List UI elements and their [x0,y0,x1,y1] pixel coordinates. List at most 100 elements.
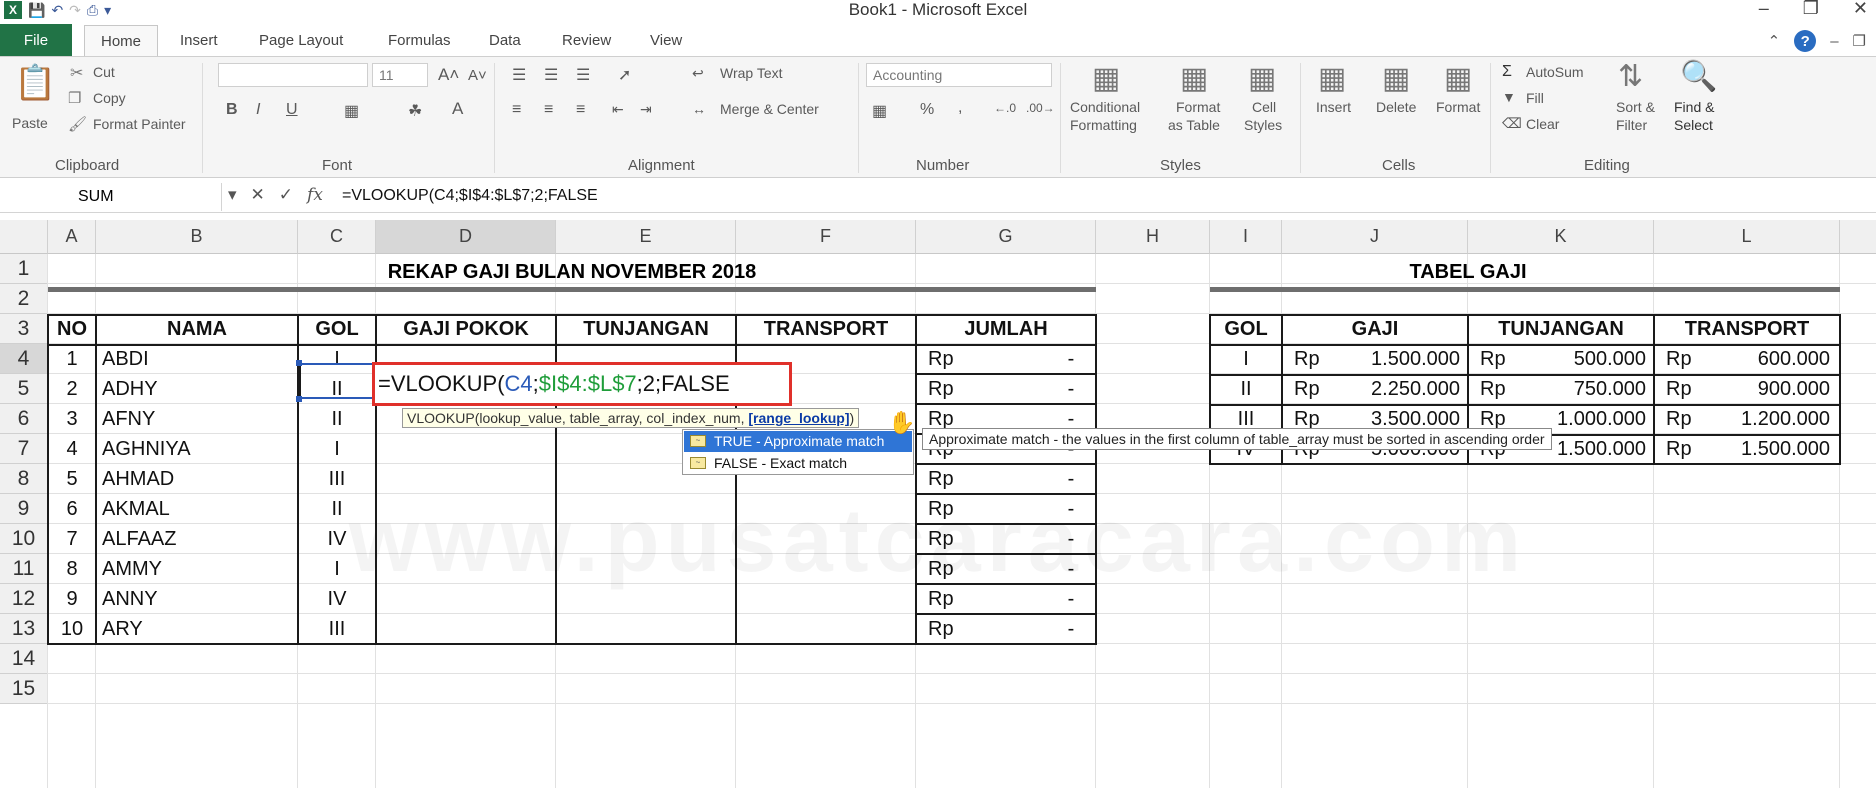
row-header[interactable]: 15 [0,674,48,704]
row-header[interactable]: 4 [0,344,48,374]
fill-button[interactable]: Fill [1526,90,1544,106]
cell-jumlah-value[interactable]: - [1056,614,1086,644]
align-left-icon[interactable]: ≡ [512,101,521,119]
increase-decimal-icon[interactable]: ←.0 [994,101,1016,115]
cell-jumlah-currency[interactable]: Rp [916,554,976,584]
col-header[interactable]: I [1210,220,1282,254]
italic-icon[interactable]: I [256,101,260,119]
cell-nama[interactable]: ARY [96,614,298,644]
align-center-icon[interactable]: ≡ [544,101,553,119]
cell-jumlah-value[interactable]: - [1056,494,1086,524]
sort-filter-line2[interactable]: Filter [1616,117,1647,133]
tab-view[interactable]: View [650,32,682,49]
row-header[interactable]: 3 [0,314,48,344]
lookup-tunjangan-value[interactable]: 750.000 [1518,374,1646,404]
tab-page-layout[interactable]: Page Layout [259,32,343,49]
percent-style-icon[interactable]: % [920,101,934,119]
function-list-icon[interactable]: ▾ [228,185,237,205]
conditional-formatting-line2[interactable]: Formatting [1070,117,1137,133]
lookup-gaji-value[interactable]: 2.250.000 [1332,374,1460,404]
formula-input[interactable]: =VLOOKUP(C4;$I$4:$L$7;2;FALSE [342,187,598,205]
cell-no[interactable]: 4 [48,434,96,464]
lookup-transport-currency[interactable]: Rp [1654,374,1704,404]
cell-nama[interactable]: ABDI [96,344,298,374]
grow-font-icon[interactable]: A˄ [438,65,459,85]
lookup-gol[interactable]: I [1210,344,1282,374]
find-select-line1[interactable]: Find & [1674,99,1714,115]
align-middle-icon[interactable]: ☰ [544,65,558,85]
lookup-gaji-value[interactable]: 1.500.000 [1332,344,1460,374]
cell-jumlah-value[interactable]: - [1056,464,1086,494]
tab-data[interactable]: Data [489,32,521,49]
restore-icon[interactable]: ❐ [1803,0,1819,19]
cell-jumlah-currency[interactable]: Rp [916,374,976,404]
cell-jumlah-currency[interactable]: Rp [916,524,976,554]
cell-nama[interactable]: AFNY [96,404,298,434]
sort-filter-line1[interactable]: Sort & [1616,99,1655,115]
cell-no[interactable]: 7 [48,524,96,554]
current-argument[interactable]: [range_lookup] [748,410,849,426]
lookup-transport-value[interactable]: 1.500.000 [1704,434,1830,464]
col-header[interactable]: D [376,220,556,254]
insert-cells-button[interactable]: Insert [1316,99,1351,115]
lookup-transport-value[interactable]: 1.200.000 [1704,404,1830,434]
insert-function-icon[interactable]: fx [307,185,323,205]
row-header[interactable]: 6 [0,404,48,434]
cell-jumlah-currency[interactable]: Rp [916,584,976,614]
cell-gol[interactable]: II [298,494,376,524]
customize-qat-icon[interactable]: ▾ [104,2,111,19]
cell-jumlah-value[interactable]: - [1056,374,1086,404]
wrap-text-button[interactable]: Wrap Text [720,65,783,81]
increase-indent-icon[interactable]: ⇥ [640,101,652,118]
copy-button[interactable]: Copy [93,90,126,106]
tab-file[interactable]: File [0,24,72,56]
bold-icon[interactable]: B [226,101,238,119]
cell-nama[interactable]: AHMAD [96,464,298,494]
restore-doc-icon[interactable]: ❐ [1853,32,1866,50]
row-header[interactable]: 7 [0,434,48,464]
enter-entry-icon[interactable]: ✓ [279,185,293,205]
cell-no[interactable]: 8 [48,554,96,584]
delete-cells-button[interactable]: Delete [1376,99,1416,115]
col-header[interactable]: L [1654,220,1840,254]
col-header[interactable]: E [556,220,736,254]
cell-no[interactable]: 6 [48,494,96,524]
cell-jumlah-currency[interactable]: Rp [916,344,976,374]
minimize-icon[interactable]: – [1759,0,1769,19]
col-header[interactable]: A [48,220,96,254]
find-select-line2[interactable]: Select [1674,117,1713,133]
format-as-table-line2[interactable]: as Table [1168,117,1220,133]
undo-icon[interactable]: ↶ [51,2,63,19]
collapse-ribbon-icon[interactable]: ⌃ [1768,32,1781,50]
help-icon[interactable]: ? [1794,30,1817,52]
col-header[interactable]: F [736,220,916,254]
paste-icon[interactable]: 📋 [14,63,56,103]
autocomplete-true-option[interactable]: ~ TRUE - Approximate match [684,431,912,452]
autosum-button[interactable]: AutoSum [1526,64,1584,80]
cell-gol[interactable]: I [298,434,376,464]
worksheet-grid[interactable]: A B C D E F G H I J K L 1 2 3 4 5 6 7 8 9 10 11 12 1… [0,220,1876,788]
col-header[interactable]: B [96,220,298,254]
cell-no[interactable]: 9 [48,584,96,614]
redo-icon[interactable]: ↷ [69,2,81,19]
cut-button[interactable]: Cut [93,64,115,80]
print-preview-icon[interactable]: ⎙ [87,2,98,19]
select-all-corner[interactable] [0,220,48,254]
lookup-transport-currency[interactable]: Rp [1654,404,1704,434]
cell-jumlah-currency[interactable]: Rp [916,494,976,524]
lookup-gaji-currency[interactable]: Rp [1282,374,1332,404]
cell-styles-line1[interactable]: Cell [1252,99,1276,115]
col-header[interactable]: C [298,220,376,254]
lookup-transport-value[interactable]: 600.000 [1704,344,1830,374]
tab-review[interactable]: Review [562,32,611,49]
col-header[interactable]: G [916,220,1096,254]
save-icon[interactable]: 💾 [28,2,45,19]
font-size-combo[interactable]: 11 [372,63,428,87]
format-as-table-line1[interactable]: Format [1176,99,1220,115]
merge-center-button[interactable]: Merge & Center [720,101,819,117]
lookup-tunjangan-currency[interactable]: Rp [1468,374,1518,404]
range-handle[interactable] [296,360,302,366]
range-handle[interactable] [296,396,302,402]
minimize-doc-icon[interactable]: – [1830,33,1838,50]
cancel-entry-icon[interactable]: ✕ [251,185,265,205]
